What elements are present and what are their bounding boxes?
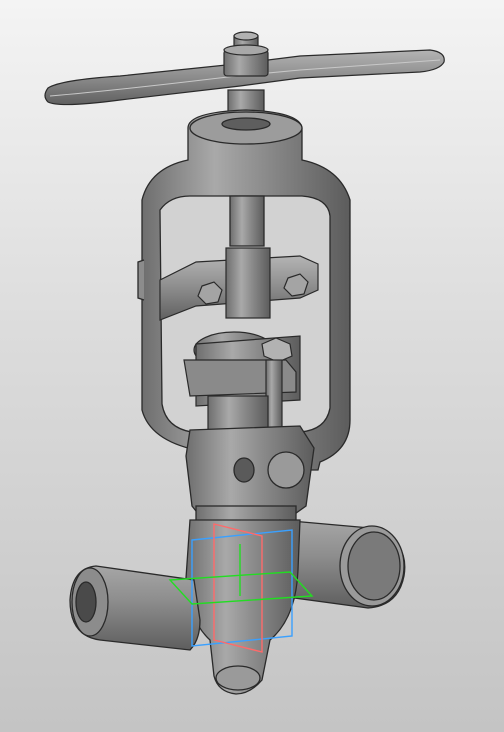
- valve-body[interactable]: [185, 519, 301, 695]
- valve-model[interactable]: [0, 0, 504, 732]
- 3d-viewport[interactable]: [0, 0, 504, 732]
